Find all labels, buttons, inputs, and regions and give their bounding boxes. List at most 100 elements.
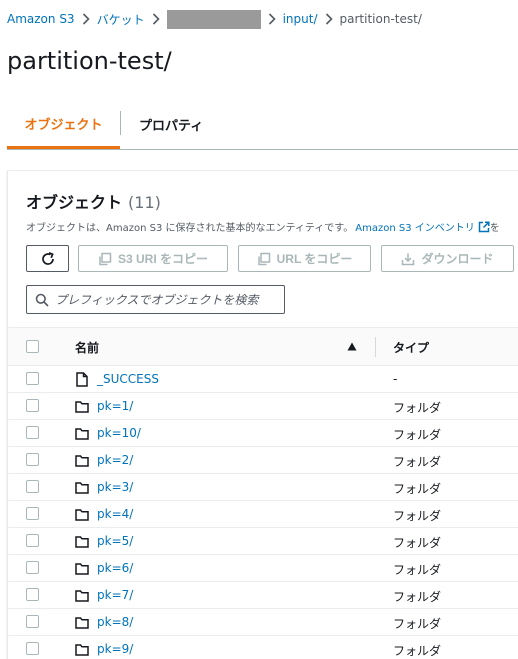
inventory-link[interactable]: Amazon S3 インベントリ <box>355 219 474 234</box>
tab-objects[interactable]: オブジェクト <box>7 100 120 149</box>
copy-icon <box>99 252 112 265</box>
chevron-right-icon <box>75 9 97 29</box>
copy-url-label: URL をコピー <box>276 252 353 266</box>
table-row[interactable]: pk=2/フォルダ <box>8 447 518 474</box>
row-checkbox[interactable] <box>26 642 39 655</box>
row-checkbox[interactable] <box>26 534 39 547</box>
table-row[interactable]: pk=5/フォルダ <box>8 528 518 555</box>
copy-url-button[interactable]: URL をコピー <box>238 245 371 272</box>
object-type: フォルダ <box>393 428 442 442</box>
table-row[interactable]: pk=4/フォルダ <box>8 501 518 528</box>
breadcrumb-input-folder[interactable]: input/ <box>283 12 318 26</box>
download-icon <box>402 253 415 265</box>
tab-properties[interactable]: プロパティ <box>139 100 203 149</box>
row-checkbox[interactable] <box>26 399 39 412</box>
folder-icon <box>75 644 89 656</box>
chevron-right-icon <box>145 9 167 29</box>
object-type: フォルダ <box>393 401 442 415</box>
search-input[interactable] <box>55 292 275 307</box>
breadcrumb-buckets[interactable]: バケット <box>97 11 145 28</box>
object-name-link[interactable]: pk=7/ <box>97 588 133 602</box>
row-checkbox[interactable] <box>26 453 39 466</box>
folder-icon <box>75 455 89 467</box>
object-type: フォルダ <box>393 482 442 496</box>
refresh-icon <box>41 251 54 265</box>
object-type: フォルダ <box>393 563 442 577</box>
folder-icon <box>75 401 89 413</box>
copy-s3-uri-button[interactable]: S3 URI をコピー <box>78 245 228 272</box>
table-row[interactable]: pk=8/フォルダ <box>8 609 518 636</box>
table-row[interactable]: _SUCCESS - <box>8 366 518 393</box>
row-checkbox[interactable] <box>26 426 39 439</box>
column-divider[interactable] <box>375 337 376 357</box>
breadcrumb-bucket-name-redacted[interactable] <box>166 9 261 29</box>
breadcrumb: Amazon S3 バケット input/ partition-test/ <box>7 9 422 29</box>
objects-description: オブジェクトは、Amazon S3 に保存された基本的なエンティティです。 Am… <box>26 219 518 234</box>
row-checkbox[interactable] <box>26 480 39 493</box>
breadcrumb-amazon-s3[interactable]: Amazon S3 <box>7 12 75 26</box>
download-button[interactable]: ダウンロード <box>381 245 514 272</box>
row-checkbox[interactable] <box>26 561 39 574</box>
copy-icon <box>257 252 270 265</box>
breadcrumb-current: partition-test/ <box>339 12 422 26</box>
search-icon <box>35 293 49 307</box>
chevron-right-icon <box>318 9 340 29</box>
search-box[interactable] <box>26 285 285 314</box>
row-checkbox[interactable] <box>26 372 39 385</box>
table-row[interactable]: pk=9/フォルダ <box>8 636 518 659</box>
folder-icon <box>75 617 89 629</box>
objects-description-text: オブジェクトは、Amazon S3 に保存された基本的なエンティティです。 <box>26 223 354 234</box>
folder-icon <box>75 536 89 548</box>
tab-bar: オブジェクト プロパティ <box>7 100 518 150</box>
refresh-button[interactable] <box>26 245 69 272</box>
row-checkbox[interactable] <box>26 615 39 628</box>
object-name-link[interactable]: pk=2/ <box>97 453 133 467</box>
objects-panel-header: オブジェクト (11) <box>26 189 161 213</box>
folder-icon <box>75 563 89 575</box>
object-type: - <box>393 372 398 386</box>
download-label: ダウンロード <box>421 252 494 266</box>
table-row[interactable]: pk=7/フォルダ <box>8 582 518 609</box>
object-type: フォルダ <box>393 617 442 631</box>
copy-s3-uri-label: S3 URI をコピー <box>117 252 208 266</box>
object-name-link[interactable]: pk=8/ <box>97 615 133 629</box>
row-checkbox[interactable] <box>26 588 39 601</box>
objects-description-tail: を <box>489 223 500 234</box>
object-name-link[interactable]: pk=5/ <box>97 534 133 548</box>
object-name-link[interactable]: pk=3/ <box>97 480 133 494</box>
select-all-checkbox[interactable] <box>26 340 39 353</box>
objects-panel: オブジェクト (11) オブジェクトは、Amazon S3 に保存された基本的な… <box>7 170 518 659</box>
object-name-link[interactable]: pk=4/ <box>97 507 133 521</box>
s3-console-page: Amazon S3 バケット input/ partition-test/ pa… <box>0 0 518 659</box>
object-type: フォルダ <box>393 509 442 523</box>
external-link-icon[interactable] <box>478 220 490 233</box>
object-type: フォルダ <box>393 590 442 604</box>
objects-panel-title: オブジェクト <box>26 193 123 212</box>
object-name-link[interactable]: pk=10/ <box>97 426 141 440</box>
folder-icon <box>75 509 89 521</box>
object-type: フォルダ <box>393 455 442 469</box>
table-header: 名前 タイプ <box>8 327 518 366</box>
table-row[interactable]: pk=6/フォルダ <box>8 555 518 582</box>
sort-ascending-icon[interactable] <box>347 342 357 351</box>
folder-icon <box>75 482 89 494</box>
table-body: _SUCCESS - pk=1/フォルダ pk=10/フォルダ pk=2/フォルダ pk=… <box>8 366 518 659</box>
page-title: partition-test/ <box>7 47 172 75</box>
row-checkbox[interactable] <box>26 507 39 520</box>
table-row[interactable]: pk=3/フォルダ <box>8 474 518 501</box>
column-header-name[interactable]: 名前 <box>75 339 99 356</box>
column-header-type[interactable]: タイプ <box>393 339 429 356</box>
objects-table: 名前 タイプ _SUCCESS - pk=1/フォルダ pk=10/フォルダ pk=2/… <box>8 327 518 659</box>
table-row[interactable]: pk=10/フォルダ <box>8 420 518 447</box>
object-name-link[interactable]: _SUCCESS <box>97 372 159 386</box>
object-type: フォルダ <box>393 644 442 658</box>
objects-count: (11) <box>128 193 161 212</box>
chevron-right-icon <box>261 9 283 29</box>
object-name-link[interactable]: pk=1/ <box>97 399 133 413</box>
table-row[interactable]: pk=1/フォルダ <box>8 393 518 420</box>
file-icon <box>76 372 88 387</box>
tab-divider <box>120 111 121 135</box>
folder-icon <box>75 428 89 440</box>
object-name-link[interactable]: pk=9/ <box>97 642 133 656</box>
object-name-link[interactable]: pk=6/ <box>97 561 133 575</box>
